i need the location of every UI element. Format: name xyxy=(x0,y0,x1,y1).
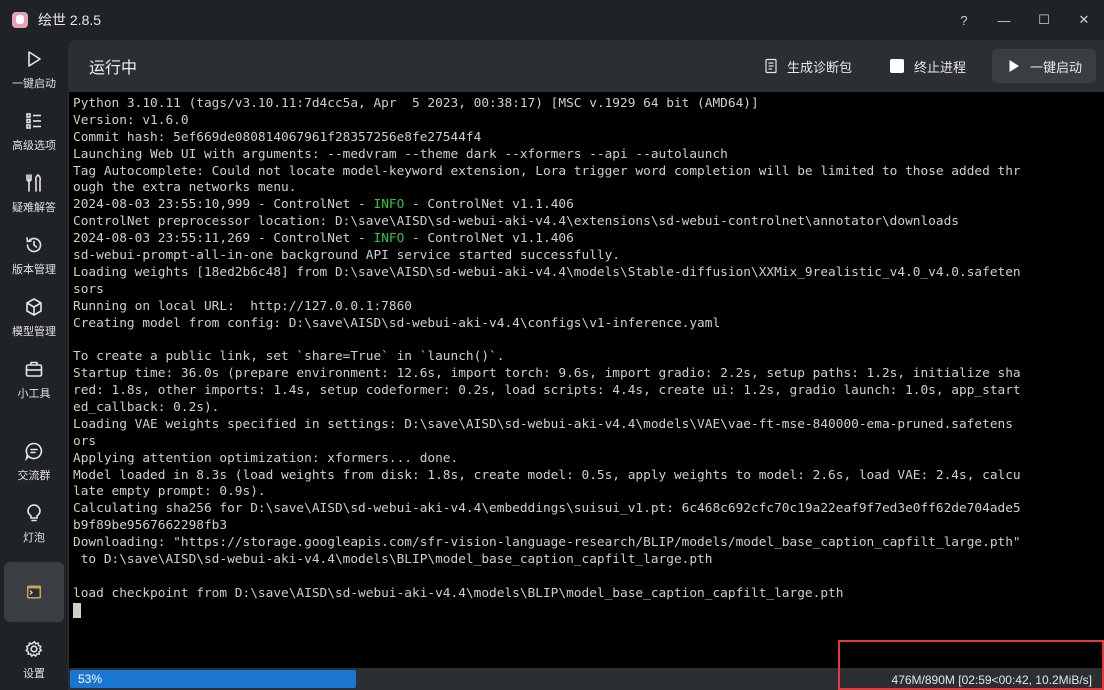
console-line: Python 3.10.11 (tags/v3.10.11:7d4cc5a, A… xyxy=(73,96,759,111)
sidebar-item-label: 小工具 xyxy=(17,388,51,400)
title-bar: 绘世 2.8.5 ? — ☐ ✕ xyxy=(0,0,1104,40)
console-line: Running on local URL: http://127.0.0.1:7… xyxy=(73,298,412,314)
console-line: ough the extra networks menu. xyxy=(73,180,297,196)
sidebar-item-models[interactable]: 模型管理 xyxy=(4,288,64,348)
text-cursor xyxy=(73,602,81,618)
sidebar-item-label: 一键启动 xyxy=(12,78,56,90)
console-line: ors xyxy=(73,433,97,449)
console-line: sd-webui-prompt-all-in-one background AP… xyxy=(73,248,621,264)
console-line: ControlNet preprocessor location: D:\sav… xyxy=(73,214,960,230)
sidebar-item-label: 设置 xyxy=(23,668,45,680)
one-click-launch-label: 一键启动 xyxy=(1029,59,1082,75)
console-line: Downloading: "https://storage.googleapis… xyxy=(73,535,1021,551)
console-line: 2024-08-03 23:55:11,269 - ControlNet - I… xyxy=(73,231,574,247)
console-line: Version: v1.6.0 xyxy=(73,112,189,128)
terminate-process-label: 终止进程 xyxy=(913,59,966,75)
sidebar-item-launch[interactable]: 一键启动 xyxy=(4,40,64,100)
download-progress-bar: 53% 476M/890M [02:59<00:42, 10.2MiB/s] xyxy=(70,670,1100,688)
maximize-button[interactable]: ☐ xyxy=(1024,6,1064,34)
close-button[interactable]: ✕ xyxy=(1064,6,1104,34)
stop-square-icon xyxy=(889,59,904,73)
app-logo-icon xyxy=(12,12,28,28)
page-header: 运行中 生成诊断包 终止进程 一键启动 xyxy=(68,40,1104,92)
window-title: 绘世 2.8.5 xyxy=(38,12,102,28)
sidebar-item-troubleshoot[interactable]: 疑难解答 xyxy=(4,164,64,224)
console-line: red: 1.8s, other imports: 1.4s, setup co… xyxy=(73,383,1021,399)
console-line: Loading weights [18ed2b6c48] from D:\sav… xyxy=(73,264,1021,280)
sidebar-item-label: 版本管理 xyxy=(12,264,56,276)
console-line: ed_callback: 0.2s). xyxy=(73,400,220,416)
sidebar-item-settings[interactable]: 设置 xyxy=(4,630,64,690)
sidebar-item-label: 交流群 xyxy=(17,470,51,482)
console-line: late empty prompt: 0.9s). xyxy=(73,484,266,500)
header-actions: 生成诊断包 终止进程 一键启动 xyxy=(751,49,1096,83)
sidebar-item-label: 灯泡 xyxy=(23,532,45,544)
sidebar-item-bulb[interactable]: 灯泡 xyxy=(4,494,64,554)
console-line: Model loaded in 8.3s (load weights from … xyxy=(73,467,1021,483)
sidebar-item-console[interactable] xyxy=(4,562,64,622)
sidebar-item-tools[interactable]: 小工具 xyxy=(4,350,64,410)
list-icon xyxy=(26,113,41,129)
document-icon xyxy=(765,58,777,74)
console-output[interactable]: Python 3.10.11 (tags/v3.10.11:7d4cc5a, A… xyxy=(69,92,1104,668)
play-icon xyxy=(1009,60,1019,72)
sidebar-item-label: 模型管理 xyxy=(12,326,56,338)
generate-diagnostics-button[interactable]: 生成诊断包 xyxy=(751,49,864,83)
bulb-icon xyxy=(27,504,41,522)
console-line: b9f89be9567662298fb3 xyxy=(73,518,228,534)
log-level-info: INFO xyxy=(373,231,405,247)
console-line: To create a public link, set `share=True… xyxy=(73,349,505,365)
console-line: 2024-08-03 23:55:10,999 - ControlNet - I… xyxy=(73,197,574,213)
progress-fill xyxy=(70,670,357,688)
generate-diagnostics-label: 生成诊断包 xyxy=(786,59,852,75)
toolbox-icon xyxy=(25,361,43,377)
main-panel: 运行中 生成诊断包 终止进程 一键启动 Python 3.10.11 (tags… xyxy=(68,40,1104,690)
console-line: Tag Autocomplete: Could not locate model… xyxy=(73,163,1021,179)
window-controls: ? — ☐ ✕ xyxy=(944,0,1104,40)
console-line: to D:\save\AISD\sd-webui-aki-v4.4\models… xyxy=(73,552,713,568)
history-icon xyxy=(26,237,42,253)
console-cursor-line xyxy=(73,602,1100,620)
sidebar-item-label: 疑难解答 xyxy=(12,202,56,214)
status-bar: 53% 476M/890M [02:59<00:42, 10.2MiB/s] xyxy=(68,668,1104,690)
sidebar-item-community[interactable]: 交流群 xyxy=(4,432,64,492)
log-level-info: INFO xyxy=(373,197,405,213)
console-line: Loading VAE weights specified in setting… xyxy=(73,416,1013,432)
console-line: Launching Web UI with arguments: --medvr… xyxy=(73,146,728,162)
console-line: load checkpoint from D:\save\AISD\sd-web… xyxy=(73,585,844,601)
progress-detail: 476M/890M [02:59<00:42, 10.2MiB/s] xyxy=(891,673,1092,687)
console-line: Commit hash: 5ef669de080814067961f283572… xyxy=(73,129,482,145)
progress-percent: 53% xyxy=(78,672,103,686)
console-icon xyxy=(27,585,41,599)
page-title: 运行中 xyxy=(89,60,138,77)
chat-icon xyxy=(25,442,43,461)
sidebar-item-versions[interactable]: 版本管理 xyxy=(4,226,64,286)
minimize-button[interactable]: — xyxy=(984,6,1024,34)
tools-icon xyxy=(26,174,42,192)
sidebar-item-advanced[interactable]: 高级选项 xyxy=(4,102,64,162)
play-icon xyxy=(28,51,41,67)
console-line: Calculating sha256 for D:\save\AISD\sd-w… xyxy=(73,501,1021,517)
cube-icon xyxy=(26,298,42,316)
terminate-process-button[interactable]: 终止进程 xyxy=(878,49,978,83)
one-click-launch-button[interactable]: 一键启动 xyxy=(991,49,1096,83)
console-line: Applying attention optimization: xformer… xyxy=(73,450,459,466)
help-button[interactable]: ? xyxy=(944,6,984,34)
sidebar: 一键启动 高级选项 疑难解答 版本管理 模型管理 小工具 交流群 灯泡 设置 xyxy=(0,40,68,690)
console-line: Creating model from config: D:\save\AISD… xyxy=(73,315,721,331)
sidebar-item-label: 高级选项 xyxy=(12,140,56,152)
console-line: sors xyxy=(73,281,104,297)
console-line: Startup time: 36.0s (prepare environment… xyxy=(73,366,1021,382)
gear-icon xyxy=(25,640,43,658)
